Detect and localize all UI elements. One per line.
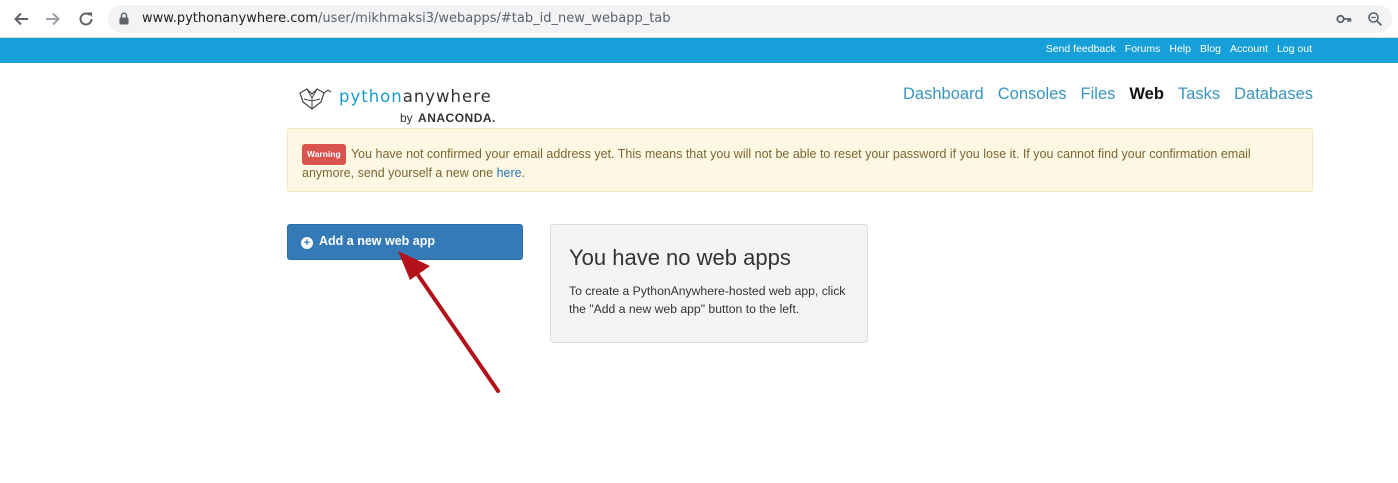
url-path: /user/mikhmaksi3/webapps/#tab_id_new_web… — [318, 11, 671, 26]
email-warning-alert: Warning You have not confirmed your emai… — [287, 128, 1313, 192]
pythonanywhere-logo[interactable]: pythonanywhere by ANACONDA. — [297, 86, 507, 128]
nav-dashboard[interactable]: Dashboard — [903, 85, 984, 104]
logout-link[interactable]: Log out — [1277, 43, 1312, 55]
warning-text: You have not confirmed your email addres… — [302, 147, 1251, 180]
zoom-icon[interactable] — [1367, 11, 1383, 32]
url-text: www.pythonanywhere.com/user/mikhmaksi3/w… — [142, 11, 671, 26]
red-annotation-arrow — [398, 251, 500, 393]
logo-python-text: python — [339, 87, 403, 106]
no-web-apps-text: To create a PythonAnywhere-hosted web ap… — [569, 284, 846, 316]
send-feedback-link[interactable]: Send feedback — [1046, 43, 1116, 55]
forums-link[interactable]: Forums — [1125, 43, 1161, 55]
key-icon[interactable] — [1336, 11, 1352, 32]
browser-toolbar: www.pythonanywhere.com/user/mikhmaksi3/w… — [0, 0, 1398, 38]
main-nav: Dashboard Consoles Files Web Tasks Datab… — [903, 85, 1313, 104]
forward-arrow-icon[interactable] — [41, 8, 65, 30]
nav-consoles[interactable]: Consoles — [998, 85, 1067, 104]
logo-company-text: ANACONDA. — [418, 111, 496, 125]
lock-icon — [119, 12, 129, 30]
url-host: www.pythonanywhere.com — [142, 11, 319, 26]
account-link[interactable]: Account — [1230, 43, 1268, 55]
logo-by-text: by — [400, 111, 413, 125]
top-links: Send feedback Forums Help Blog Account L… — [1046, 43, 1312, 55]
no-web-apps-panel: You have no web apps To create a PythonA… — [550, 224, 868, 343]
nav-tasks[interactable]: Tasks — [1178, 85, 1220, 104]
warning-badge: Warning — [302, 144, 346, 165]
nav-files[interactable]: Files — [1081, 85, 1116, 104]
logo-anywhere-text: anywhere — [402, 87, 492, 106]
blog-link[interactable]: Blog — [1200, 43, 1221, 55]
reload-icon[interactable] — [74, 8, 98, 30]
plus-circle-icon: + — [301, 237, 313, 249]
nav-web[interactable]: Web — [1129, 85, 1164, 104]
resend-email-link[interactable]: here — [497, 166, 522, 180]
back-arrow-icon[interactable] — [9, 8, 33, 30]
address-bar[interactable]: www.pythonanywhere.com/user/mikhmaksi3/w… — [108, 5, 1392, 33]
help-link[interactable]: Help — [1169, 43, 1191, 55]
python-snake-logo-icon — [299, 88, 332, 110]
logo-byline: by ANACONDA. — [400, 111, 496, 125]
nav-databases[interactable]: Databases — [1234, 85, 1313, 104]
no-web-apps-title: You have no web apps — [569, 245, 791, 270]
top-bar: Send feedback Forums Help Blog Account L… — [0, 38, 1398, 63]
warning-text-end: . — [521, 166, 526, 180]
logo-wordmark: pythonanywhere — [339, 87, 492, 106]
